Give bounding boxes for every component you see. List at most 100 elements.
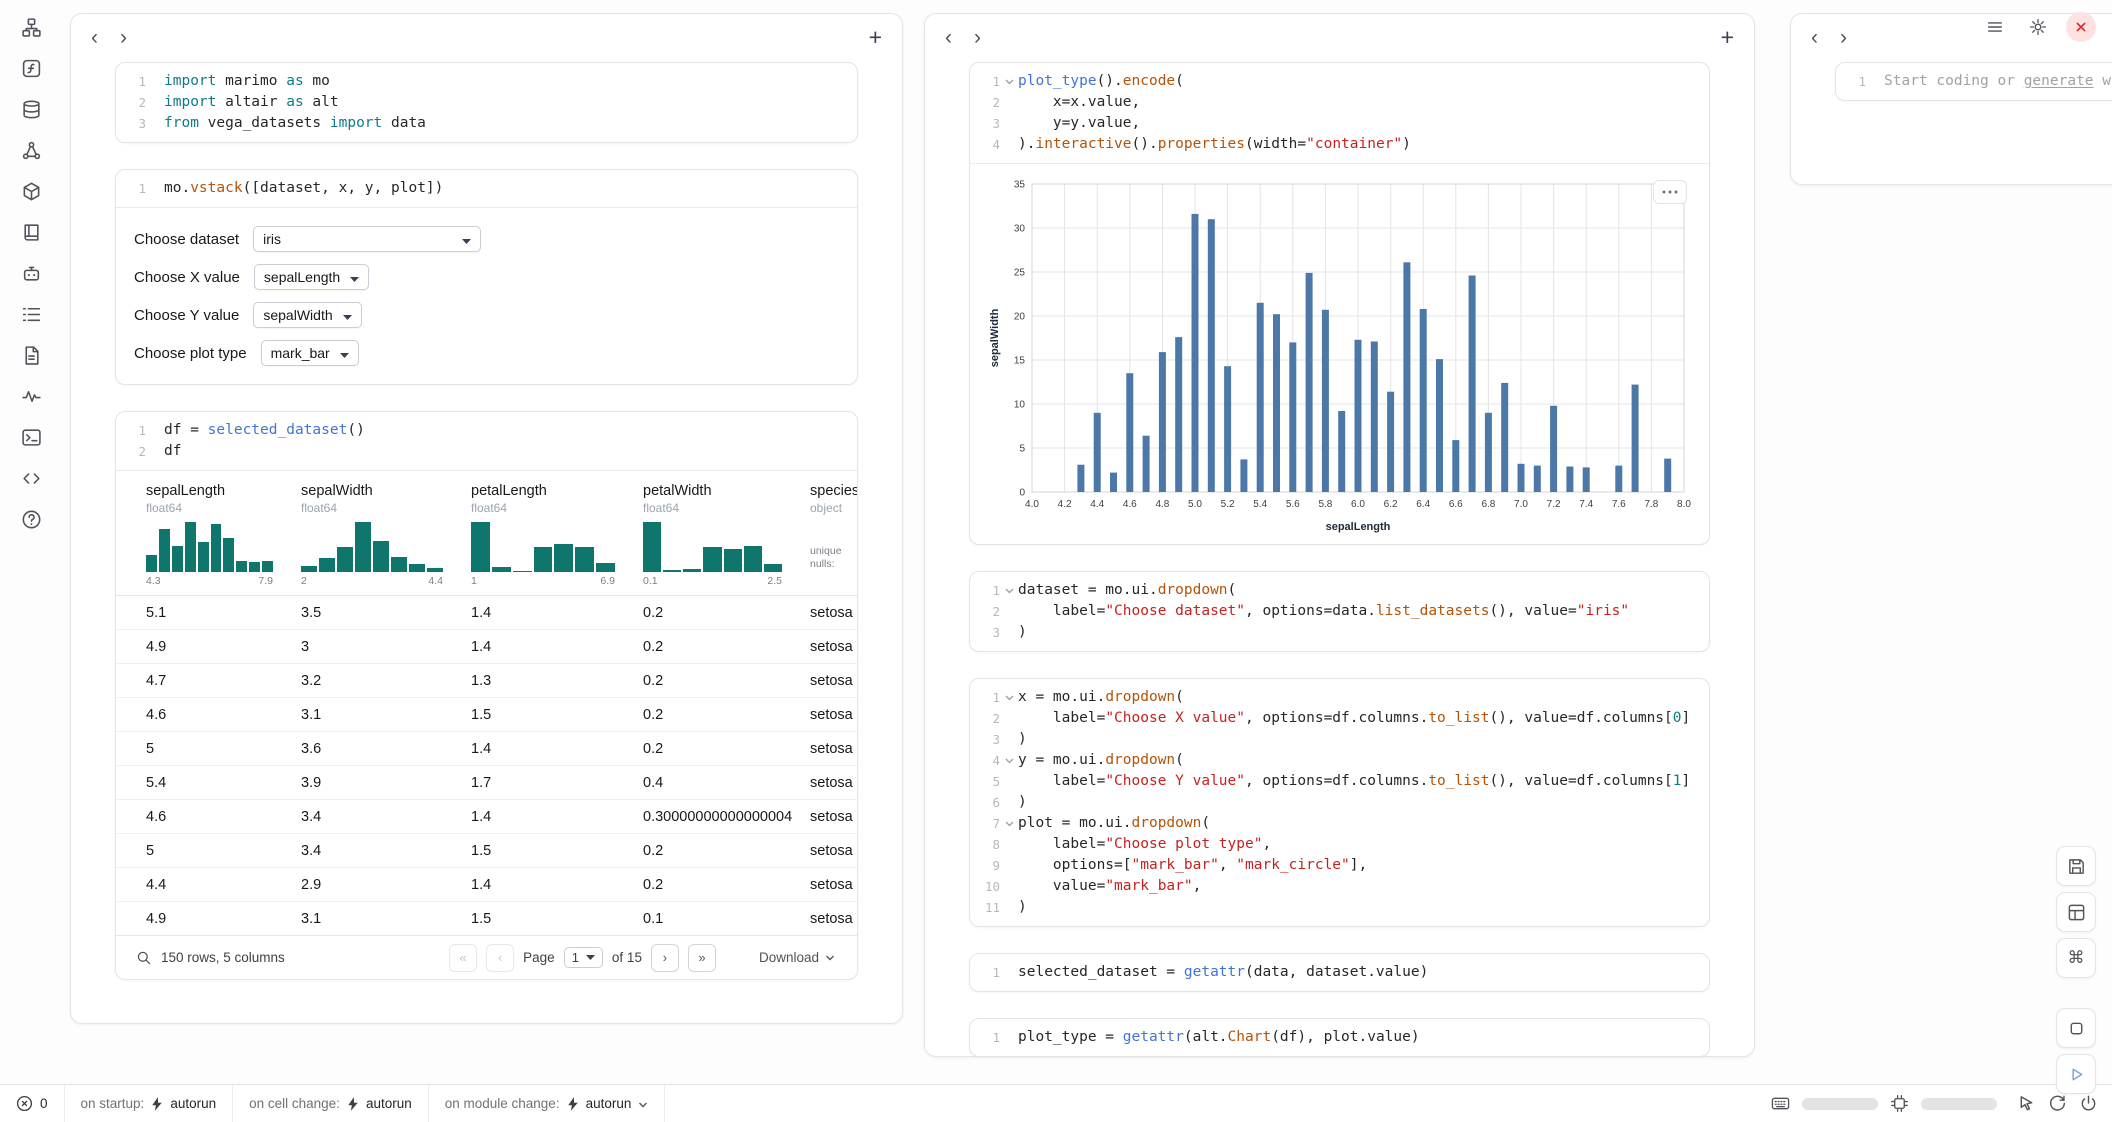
sidebar-notebook-button[interactable] [18, 219, 44, 245]
choose-dataset-select[interactable]: iris [253, 226, 481, 252]
sidebar-help-button[interactable] [18, 506, 44, 532]
table-cell: 3.9 [301, 775, 471, 791]
line-number: 1 [1836, 71, 1866, 92]
pointer-icon[interactable] [2017, 1094, 2036, 1113]
add-cell-button[interactable]: + [869, 26, 882, 49]
interrupt-button[interactable] [2056, 1008, 2096, 1048]
page-select[interactable]: 1 [564, 947, 603, 968]
choose-plot-type-select[interactable]: mark_bar [261, 340, 359, 366]
table-cell: 3.4 [301, 809, 471, 825]
code-line: 1plot_type().encode( [970, 71, 1703, 92]
sidebar-package-button[interactable] [18, 178, 44, 204]
search-icon[interactable] [136, 950, 152, 966]
generate-link[interactable]: generate [2024, 73, 2094, 89]
sidebar-functions-button[interactable] [18, 55, 44, 81]
sidebar-graph-button[interactable] [18, 137, 44, 163]
bolt-icon [151, 1097, 163, 1111]
chart-actions-button[interactable] [1653, 180, 1687, 204]
scratch-placeholder[interactable]: Start coding or generate with AI [1884, 71, 2112, 92]
select-arrow-icon [462, 231, 471, 247]
fold-chevron-icon[interactable] [1000, 813, 1018, 834]
cpu-chip-icon[interactable] [1890, 1094, 1909, 1113]
next-page-button[interactable]: › [651, 944, 679, 972]
left-sidebar [0, 0, 62, 1084]
fold-chevron-icon[interactable] [1000, 687, 1018, 708]
table-row: 4.73.21.30.2setosa [116, 664, 857, 698]
column-next-button[interactable]: › [1840, 27, 1847, 48]
runtime-config-on-cell-change[interactable]: on cell change:autorun [233, 1085, 429, 1122]
table-cell: 1.5 [471, 707, 643, 723]
table-cell: 0.1 [643, 911, 810, 927]
run-button[interactable] [2056, 1054, 2096, 1094]
table-cell: setosa [810, 741, 858, 757]
code-editor[interactable]: 1import marimo as mo2import altair as al… [116, 63, 857, 142]
code-line: 7plot = mo.ui.dropdown( [970, 813, 1703, 834]
last-page-button[interactable]: » [688, 944, 716, 972]
code-editor[interactable]: 1dataset = mo.ui.dropdown(2 label="Choos… [970, 572, 1709, 651]
code-editor[interactable]: 1selected_dataset = getattr(data, datase… [970, 954, 1709, 991]
choose-y-value-select[interactable]: sepalWidth [253, 302, 361, 328]
svg-text:8.0: 8.0 [1677, 499, 1691, 510]
power-icon[interactable] [2079, 1094, 2098, 1113]
sidebar-database-button[interactable] [18, 96, 44, 122]
fold-spacer [1000, 771, 1018, 792]
code-editor[interactable]: 1mo.vstack([dataset, x, y, plot]) [116, 170, 857, 207]
keyboard-icon[interactable] [1771, 1094, 1790, 1113]
command-palette-button[interactable]: ⌘ [2056, 938, 2096, 978]
layout-grid-button[interactable] [2056, 892, 2096, 932]
select-arrow-icon [340, 345, 349, 361]
line-number: 4 [970, 750, 1000, 771]
table-cell: setosa [810, 843, 858, 859]
config-value: autorun [170, 1096, 216, 1111]
column-prev-button[interactable]: ‹ [1811, 27, 1818, 48]
sync-icon[interactable] [2048, 1094, 2067, 1113]
table-footer: 150 rows, 5 columns«‹Page1of 15›»Downloa… [116, 935, 857, 979]
download-button[interactable]: Download [759, 950, 835, 965]
line-number: 6 [970, 792, 1000, 813]
sidebar-sitemap-button[interactable] [18, 14, 44, 40]
sidebar-list-button[interactable] [18, 301, 44, 327]
runtime-config-on-startup[interactable]: on startup: autorun [65, 1085, 234, 1122]
error-count-button[interactable]: 0 [0, 1085, 65, 1122]
dropdown-label: Choose X value [134, 269, 240, 286]
table-cell: 3.5 [301, 605, 471, 621]
line-number: 1 [116, 420, 146, 441]
runtime-config-on-module-change[interactable]: on module change:autorun [429, 1085, 666, 1122]
sidebar-snippets-button[interactable] [18, 465, 44, 491]
shutdown-button[interactable] [2066, 12, 2096, 42]
fold-chevron-icon[interactable] [1000, 580, 1018, 601]
sidebar-terminal-button[interactable] [18, 424, 44, 450]
code-editor[interactable]: 1plot_type = getattr(alt.Chart(df), plot… [970, 1019, 1709, 1056]
prev-page-button[interactable]: ‹ [486, 944, 514, 972]
column-header: ‹ › + [925, 14, 1754, 60]
line-number: 1 [116, 178, 146, 199]
fold-chevron-icon[interactable] [1000, 750, 1018, 771]
code-editor[interactable]: 1x = mo.ui.dropdown(2 label="Choose X va… [970, 679, 1709, 926]
column-next-button[interactable]: › [974, 27, 981, 48]
sidebar-robot-button[interactable] [18, 260, 44, 286]
notebook-cell: 1dataset = mo.ui.dropdown(2 label="Choos… [969, 571, 1710, 652]
add-cell-button[interactable]: + [1721, 26, 1734, 49]
code-editor[interactable]: 1plot_type().encode(2 x=x.value,3 y=y.va… [970, 63, 1709, 163]
sidebar-activity-button[interactable] [18, 383, 44, 409]
column-next-button[interactable]: › [120, 27, 127, 48]
sidebar-document-button[interactable] [18, 342, 44, 368]
table-cell: 2.9 [301, 877, 471, 893]
line-number: 2 [116, 92, 146, 113]
column-prev-button[interactable]: ‹ [91, 27, 98, 48]
config-label: on startup: [81, 1096, 145, 1111]
status-bar-right [1771, 1094, 2112, 1113]
app-root: ‹ › + 1import marimo as mo2import altair… [0, 0, 2112, 1122]
table-cell: 4.6 [146, 707, 301, 723]
settings-button[interactable] [2023, 12, 2053, 42]
code-editor[interactable]: 1 Start coding or generate with AI [1836, 63, 2112, 100]
first-page-button[interactable]: « [449, 944, 477, 972]
menu-button[interactable] [1980, 12, 2010, 42]
choose-x-value-select[interactable]: sepalLength [254, 264, 369, 290]
save-button[interactable] [2056, 846, 2096, 886]
list-icon [21, 304, 42, 325]
code-editor[interactable]: 1df = selected_dataset()2df [116, 412, 857, 470]
fold-spacer [1000, 601, 1018, 622]
fold-chevron-icon[interactable] [1000, 71, 1018, 92]
column-prev-button[interactable]: ‹ [945, 27, 952, 48]
